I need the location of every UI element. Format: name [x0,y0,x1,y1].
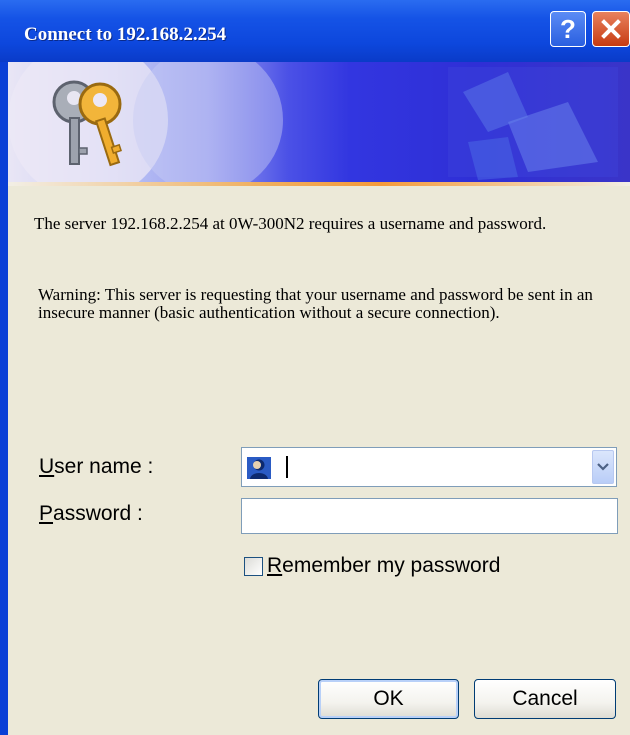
window-title: Connect to 192.168.2.254 [24,24,227,45]
dialog-body: The server 192.168.2.254 at 0W-300N2 req… [8,62,630,735]
help-button[interactable]: ? [550,11,586,47]
close-button[interactable] [592,11,630,47]
username-combobox[interactable] [241,447,617,487]
password-input[interactable] [241,498,618,534]
text-cursor [286,456,288,478]
remember-password-label[interactable]: Remember my password [267,554,500,578]
banner-divider [8,182,630,186]
security-warning: Warning: This server is requesting that … [38,285,593,322]
header-banner [8,62,630,182]
cancel-button[interactable]: Cancel [474,679,616,719]
username-dropdown-button[interactable] [592,450,614,484]
close-icon [601,19,621,39]
title-bar[interactable]: Connect to 192.168.2.254 ? [0,0,630,62]
login-dialog: Connect to 192.168.2.254 ? The server 19… [0,0,630,735]
remember-password-checkbox[interactable] [244,557,263,576]
help-icon: ? [560,14,576,44]
server-message: The server 192.168.2.254 at 0W-300N2 req… [34,214,547,233]
window-border [0,62,8,735]
keys-icon [52,80,122,167]
chevron-down-icon [597,463,609,471]
password-label: Password : [39,502,143,525]
username-label: User name : [39,455,154,478]
user-icon [247,457,271,479]
ok-button[interactable]: OK [318,679,459,719]
